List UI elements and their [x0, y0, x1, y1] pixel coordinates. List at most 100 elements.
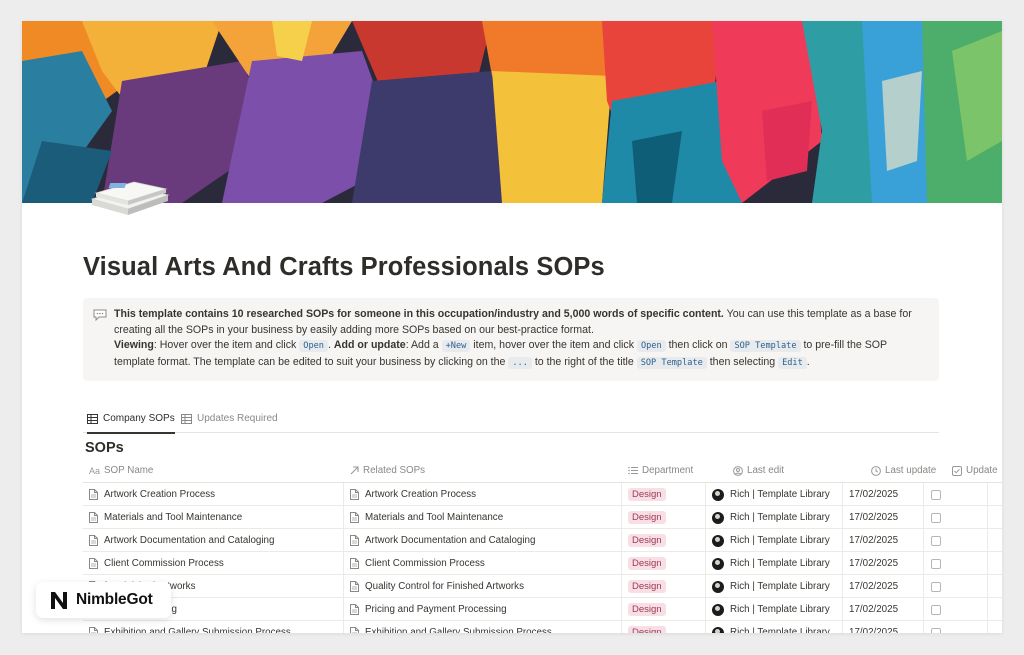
sop-name-cell[interactable]: Artwork Creation Process: [89, 483, 215, 506]
related-sop: Artwork Creation Process: [365, 489, 477, 500]
update-checkbox[interactable]: [931, 581, 941, 592]
last-edit-cell[interactable]: Rich | Template Library: [712, 575, 830, 598]
related-sop-cell[interactable]: Exhibition and Gallery Submission Proces…: [350, 621, 552, 633]
column-divider: [923, 598, 924, 621]
column-divider: [705, 621, 706, 633]
column-label: Department: [642, 465, 694, 476]
last-update-cell[interactable]: 17/02/2025: [849, 598, 898, 621]
update-checkbox[interactable]: [931, 558, 941, 569]
sop-name-cell[interactable]: Client Commission Process: [89, 552, 224, 575]
update-checkbox[interactable]: [931, 489, 941, 500]
page-icon: [89, 512, 98, 523]
related-sop-cell[interactable]: Pricing and Payment Processing: [350, 598, 507, 621]
open-code: Open: [299, 340, 328, 353]
callout-text-segment: .: [806, 355, 810, 368]
department-cell[interactable]: Design: [628, 575, 666, 598]
page-icon: [89, 489, 98, 500]
add-update-label: Add or update: [333, 339, 406, 352]
last-edit-cell[interactable]: Rich | Template Library: [712, 483, 830, 506]
sop-name-cell[interactable]: Exhibition and Gallery Submission Proces…: [89, 621, 291, 633]
last-update-cell[interactable]: 17/02/2025: [849, 483, 898, 506]
notion-page: Visual Arts And Crafts Professionals SOP…: [22, 21, 1002, 633]
department-cell[interactable]: Design: [628, 598, 666, 621]
table-row[interactable]: Artwork Creation Process Artwork Creation…: [83, 483, 1002, 506]
sop-name-cell[interactable]: Artwork Documentation and Cataloging: [89, 529, 274, 552]
editor-name: Rich | Template Library: [730, 512, 830, 523]
column-divider: [987, 483, 988, 506]
last-update-cell[interactable]: 17/02/2025: [849, 575, 898, 598]
last-update-date: 17/02/2025: [849, 512, 899, 523]
department-tag: Design: [628, 557, 666, 570]
page-icon: [89, 558, 98, 569]
page-icon: [350, 512, 359, 523]
last-edit-cell[interactable]: Rich | Template Library: [712, 552, 830, 575]
update-cell: [931, 598, 941, 621]
column-header-update[interactable]: Update: [952, 465, 998, 476]
speech-bubble-icon: [93, 309, 107, 321]
callout-text-segment: item, hover over the item and click: [470, 339, 637, 352]
last-update-cell[interactable]: 17/02/2025: [849, 529, 898, 552]
column-header-last-update[interactable]: Last update: [871, 465, 936, 476]
page-icon: [350, 627, 359, 633]
table-row[interactable]: ment ProcessingPricing and Payment Proce…: [83, 598, 1002, 621]
sop-template-code: SOP Template: [730, 340, 801, 353]
related-sop-cell[interactable]: Artwork Documentation and Cataloging: [350, 529, 535, 552]
column-divider: [842, 575, 843, 598]
related-sop-cell[interactable]: Quality Control for Finished Artworks: [350, 575, 524, 598]
column-header-related-sops[interactable]: Related SOPs: [350, 465, 425, 476]
last-update-cell[interactable]: 17/02/2025: [849, 621, 898, 633]
books-stack-icon[interactable]: [88, 173, 170, 219]
department-cell[interactable]: Design: [628, 621, 666, 633]
new-code: +New: [441, 340, 471, 353]
department-cell[interactable]: Design: [628, 483, 666, 506]
edit-code: Edit: [778, 356, 807, 369]
last-edit-cell[interactable]: Rich | Template Library: [712, 598, 830, 621]
last-update-cell[interactable]: 17/02/2025: [849, 552, 898, 575]
department-cell[interactable]: Design: [628, 552, 666, 575]
update-cell: [931, 621, 941, 633]
avatar: [712, 557, 724, 570]
last-update-cell[interactable]: 17/02/2025: [849, 506, 898, 529]
table-row[interactable]: Artwork Documentation and Cataloging Artw…: [83, 529, 1002, 552]
table-row[interactable]: Exhibition and Gallery Submission Proces…: [83, 621, 1002, 633]
column-divider: [621, 552, 622, 575]
update-checkbox[interactable]: [931, 535, 941, 546]
tab-company-sops[interactable]: Company SOPs: [87, 413, 175, 434]
update-checkbox[interactable]: [931, 627, 941, 633]
table-row[interactable]: Materials and Tool Maintenance Materials …: [83, 506, 1002, 529]
last-update-date: 17/02/2025: [849, 627, 899, 633]
column-divider: [621, 575, 622, 598]
department-cell[interactable]: Design: [628, 529, 666, 552]
column-header-sop-name[interactable]: Aa SOP Name: [89, 465, 153, 476]
column-header-last-edit[interactable]: Last edit: [733, 465, 784, 476]
update-cell: [931, 483, 941, 506]
update-checkbox[interactable]: [931, 512, 941, 523]
column-divider: [343, 529, 344, 552]
last-update-date: 17/02/2025: [849, 581, 899, 592]
column-divider: [705, 506, 706, 529]
update-checkbox[interactable]: [931, 604, 941, 615]
last-update-date: 17/02/2025: [849, 558, 899, 569]
last-edit-cell[interactable]: Rich | Template Library: [712, 506, 830, 529]
last-edit-cell[interactable]: Rich | Template Library: [712, 529, 830, 552]
column-divider: [842, 621, 843, 633]
column-header-department[interactable]: Department: [628, 465, 693, 476]
sop-name: Artwork Documentation and Cataloging: [104, 535, 275, 546]
table-row[interactable]: for Finished ArtworksQuality Control for…: [83, 575, 1002, 598]
page-icon: [350, 558, 359, 569]
tab-updates-required[interactable]: Updates Required: [181, 413, 278, 433]
sop-name-cell[interactable]: Materials and Tool Maintenance: [89, 506, 242, 529]
column-divider: [987, 621, 988, 633]
related-sop-cell[interactable]: Client Commission Process: [350, 552, 485, 575]
column-divider: [987, 598, 988, 621]
column-label: Related SOPs: [363, 465, 426, 476]
open-code: Open: [636, 340, 666, 353]
department-cell[interactable]: Design: [628, 506, 666, 529]
select-list-icon: [628, 466, 638, 475]
related-sop-cell[interactable]: Artwork Creation Process: [350, 483, 476, 506]
page-icon: [350, 604, 359, 615]
table-row[interactable]: Client Commission Process Client Commissi…: [83, 552, 1002, 575]
last-update-date: 17/02/2025: [849, 489, 899, 500]
last-edit-cell[interactable]: Rich | Template Library: [712, 621, 830, 633]
related-sop-cell[interactable]: Materials and Tool Maintenance: [350, 506, 503, 529]
